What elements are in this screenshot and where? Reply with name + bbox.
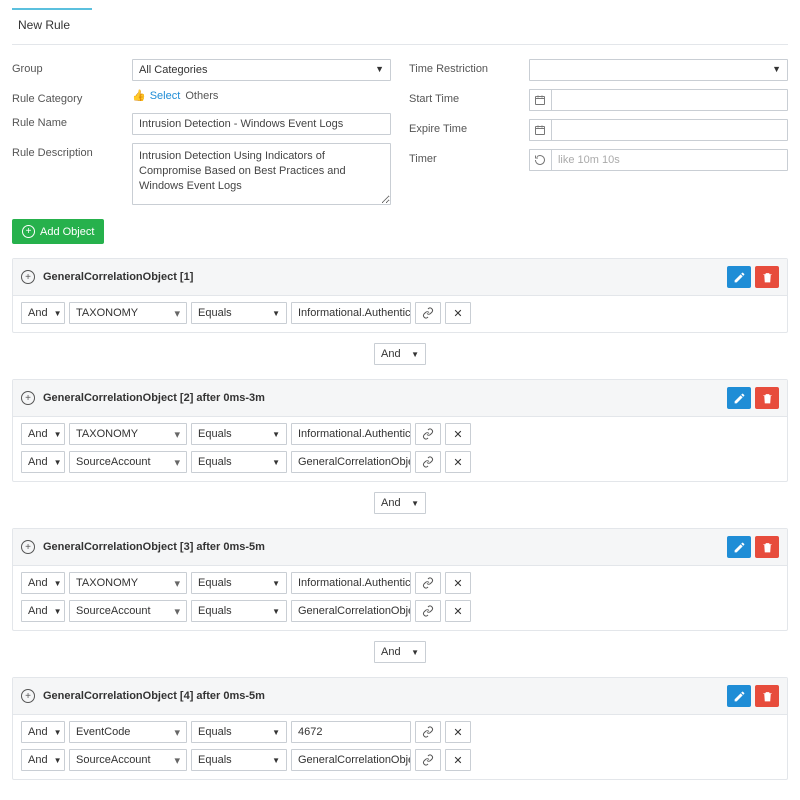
logic-select[interactable]: And xyxy=(21,749,65,771)
correlation-object: + GeneralCorrelationObject [2] after 0ms-… xyxy=(12,379,788,482)
field-select[interactable]: TAXONOMY xyxy=(69,423,187,445)
field-select[interactable]: SourceAccount xyxy=(69,749,187,771)
add-object-button[interactable]: + Add Object xyxy=(12,219,104,244)
operator-select[interactable]: Equals xyxy=(191,721,287,743)
expand-icon[interactable]: + xyxy=(21,270,35,284)
link-icon[interactable] xyxy=(415,302,441,324)
link-icon[interactable] xyxy=(415,423,441,445)
plus-icon: + xyxy=(22,225,35,238)
start-time-input[interactable] xyxy=(551,89,788,111)
rule-category-select-link[interactable]: 👍 Select xyxy=(132,89,180,102)
correlation-object: + GeneralCorrelationObject [1] AndTAXONOMY… xyxy=(12,258,788,333)
field-select[interactable]: EventCode xyxy=(69,721,187,743)
logic-select[interactable]: And xyxy=(21,423,65,445)
edit-button[interactable] xyxy=(727,685,751,707)
link-icon[interactable] xyxy=(415,451,441,473)
object-title: GeneralCorrelationObject [2] after 0ms-3… xyxy=(43,392,727,404)
object-title: GeneralCorrelationObject [4] after 0ms-5… xyxy=(43,690,727,702)
value-input[interactable]: GeneralCorrelationObject [3]:S xyxy=(291,749,411,771)
value-input[interactable]: GeneralCorrelationObject [1]:S xyxy=(291,451,411,473)
logic-select[interactable]: And xyxy=(21,721,65,743)
expire-time-label: Expire Time xyxy=(409,119,529,135)
logic-select[interactable]: And xyxy=(21,302,65,324)
value-input[interactable]: 4672 xyxy=(291,721,411,743)
expand-icon[interactable]: + xyxy=(21,540,35,554)
thumb-icon: 👍 xyxy=(132,89,146,102)
remove-condition-button[interactable]: ✕ xyxy=(445,600,471,622)
object-logic-select[interactable]: And xyxy=(374,492,426,514)
remove-condition-button[interactable]: ✕ xyxy=(445,749,471,771)
logic-select[interactable]: And xyxy=(21,572,65,594)
condition-row: AndSourceAccountEqualsGeneralCorrelation… xyxy=(21,451,779,473)
link-icon[interactable] xyxy=(415,600,441,622)
value-input[interactable]: GeneralCorrelationObject [2]:S xyxy=(291,600,411,622)
group-label: Group xyxy=(12,59,132,75)
value-input[interactable]: Informational.Authentication.I xyxy=(291,302,411,324)
rule-name-input[interactable]: Intrusion Detection - Windows Event Logs xyxy=(132,113,391,135)
logic-select[interactable]: And xyxy=(21,600,65,622)
correlation-object: + GeneralCorrelationObject [4] after 0ms-… xyxy=(12,677,788,780)
value-input[interactable]: Informational.Authentication.I xyxy=(291,423,411,445)
operator-select[interactable]: Equals xyxy=(191,451,287,473)
time-restriction-label: Time Restriction xyxy=(409,59,529,75)
calendar-icon[interactable] xyxy=(529,119,551,141)
expand-icon[interactable]: + xyxy=(21,689,35,703)
object-title: GeneralCorrelationObject [3] after 0ms-5… xyxy=(43,541,727,553)
calendar-icon[interactable] xyxy=(529,89,551,111)
rule-description-label: Rule Description xyxy=(12,143,132,159)
condition-row: AndSourceAccountEqualsGeneralCorrelation… xyxy=(21,749,779,771)
condition-row: AndSourceAccountEqualsGeneralCorrelation… xyxy=(21,600,779,622)
group-select[interactable]: All Categories xyxy=(132,59,391,81)
condition-row: AndEventCodeEquals4672 ✕ xyxy=(21,721,779,743)
remove-condition-button[interactable]: ✕ xyxy=(445,572,471,594)
remove-condition-button[interactable]: ✕ xyxy=(445,302,471,324)
delete-button[interactable] xyxy=(755,685,779,707)
time-restriction-select[interactable] xyxy=(529,59,788,81)
edit-button[interactable] xyxy=(727,266,751,288)
field-select[interactable]: SourceAccount xyxy=(69,600,187,622)
object-title: GeneralCorrelationObject [1] xyxy=(43,271,727,283)
edit-button[interactable] xyxy=(727,387,751,409)
reload-icon[interactable] xyxy=(529,149,551,171)
correlation-object: + GeneralCorrelationObject [3] after 0ms-… xyxy=(12,528,788,631)
expire-time-input[interactable] xyxy=(551,119,788,141)
expand-icon[interactable]: + xyxy=(21,391,35,405)
rule-description-input[interactable]: Intrusion Detection Using Indicators of … xyxy=(132,143,391,205)
rule-category-label: Rule Category xyxy=(12,89,132,105)
link-icon[interactable] xyxy=(415,721,441,743)
operator-select[interactable]: Equals xyxy=(191,749,287,771)
delete-button[interactable] xyxy=(755,266,779,288)
field-select[interactable]: TAXONOMY xyxy=(69,572,187,594)
remove-condition-button[interactable]: ✕ xyxy=(445,721,471,743)
remove-condition-button[interactable]: ✕ xyxy=(445,451,471,473)
operator-select[interactable]: Equals xyxy=(191,423,287,445)
remove-condition-button[interactable]: ✕ xyxy=(445,423,471,445)
timer-input[interactable]: like 10m 10s xyxy=(551,149,788,171)
timer-label: Timer xyxy=(409,149,529,165)
object-logic-select[interactable]: And xyxy=(374,641,426,663)
rule-category-others: Others xyxy=(185,90,218,102)
page-title: New Rule xyxy=(12,14,788,42)
condition-row: AndTAXONOMYEqualsInformational.Authentic… xyxy=(21,302,779,324)
condition-row: AndTAXONOMYEqualsInformational.Authentic… xyxy=(21,572,779,594)
link-icon[interactable] xyxy=(415,572,441,594)
operator-select[interactable]: Equals xyxy=(191,572,287,594)
rule-name-label: Rule Name xyxy=(12,113,132,129)
logic-select[interactable]: And xyxy=(21,451,65,473)
start-time-label: Start Time xyxy=(409,89,529,105)
field-select[interactable]: TAXONOMY xyxy=(69,302,187,324)
operator-select[interactable]: Equals xyxy=(191,302,287,324)
object-logic-select[interactable]: And xyxy=(374,343,426,365)
value-input[interactable]: Informational.Authentication. xyxy=(291,572,411,594)
condition-row: AndTAXONOMYEqualsInformational.Authentic… xyxy=(21,423,779,445)
edit-button[interactable] xyxy=(727,536,751,558)
link-icon[interactable] xyxy=(415,749,441,771)
field-select[interactable]: SourceAccount xyxy=(69,451,187,473)
delete-button[interactable] xyxy=(755,536,779,558)
operator-select[interactable]: Equals xyxy=(191,600,287,622)
delete-button[interactable] xyxy=(755,387,779,409)
